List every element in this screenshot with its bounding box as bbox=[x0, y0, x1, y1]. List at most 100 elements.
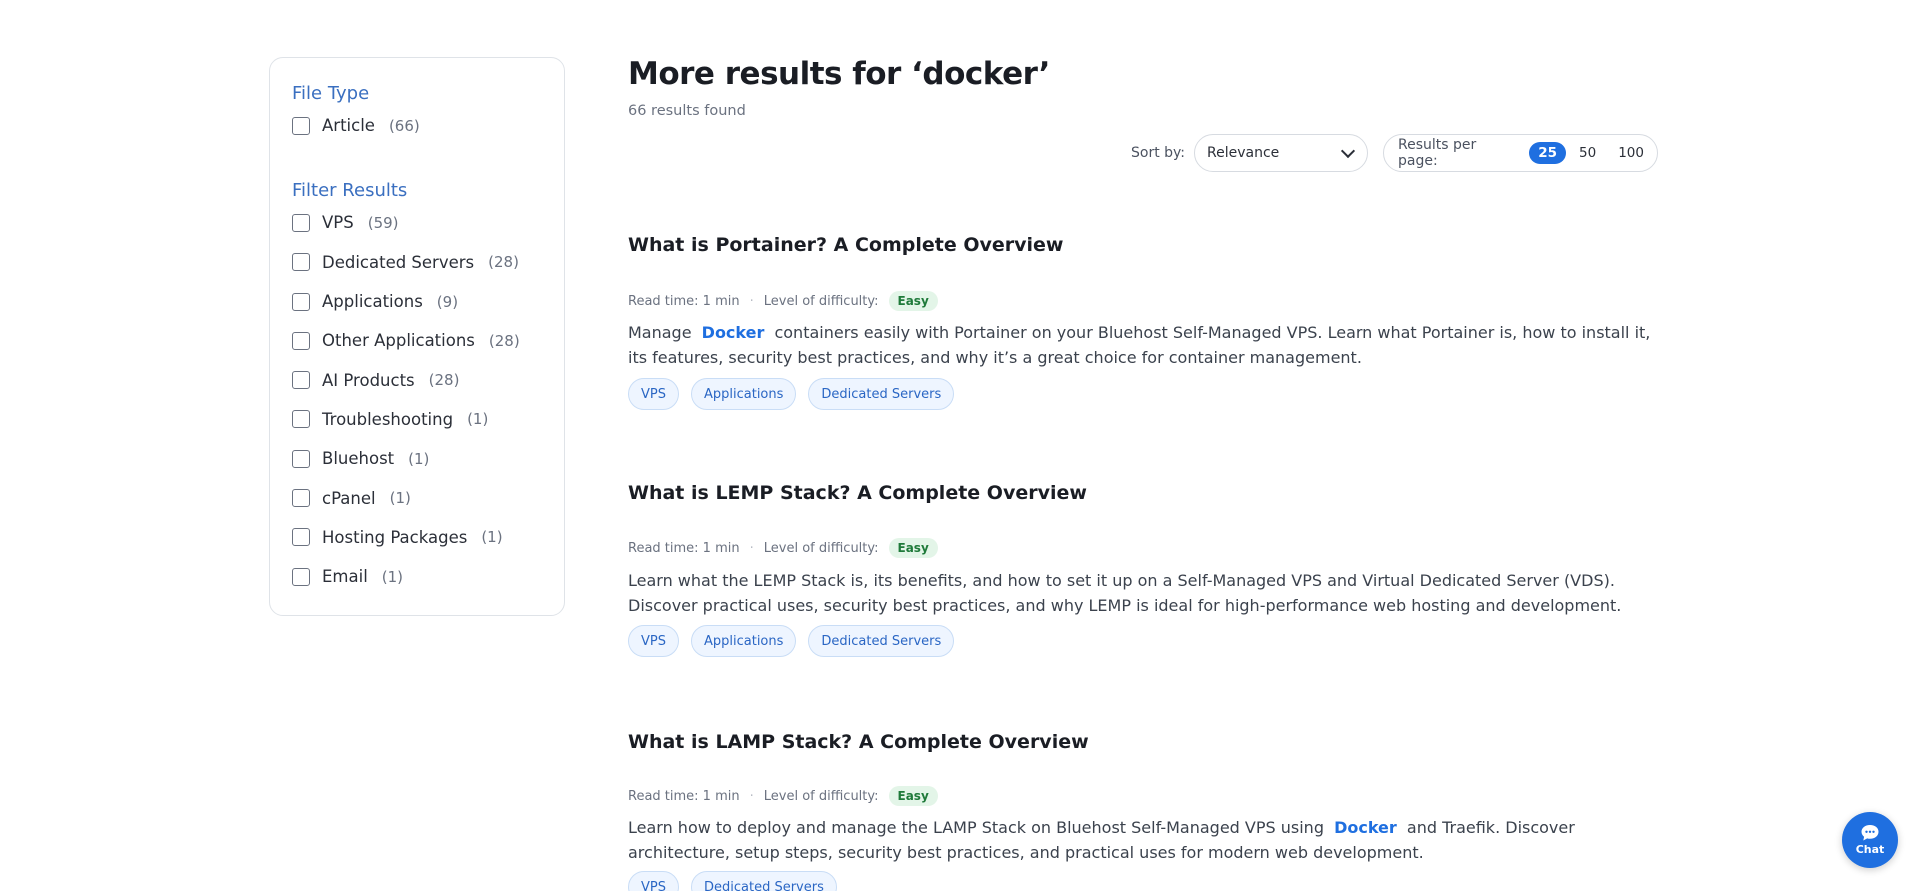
filter-label: Dedicated Servers bbox=[322, 252, 475, 272]
result-item: What is Portainer? A Complete Overview bbox=[628, 234, 1658, 256]
checkbox[interactable] bbox=[292, 449, 310, 468]
description-text: Learn what the LEMP Stack is, its benefi… bbox=[628, 571, 1622, 615]
filter-count: (1) bbox=[389, 489, 411, 508]
checkbox[interactable] bbox=[292, 331, 310, 350]
highlighted-keyword: Docker bbox=[1334, 818, 1397, 837]
result-tags: VPS Applications Dedicated Servers bbox=[628, 378, 966, 410]
per-page-option-25[interactable]: 25 bbox=[1529, 142, 1567, 164]
tag-dedicated-servers[interactable]: Dedicated Servers bbox=[690, 871, 837, 891]
filter-count: (1) bbox=[381, 567, 404, 586]
filter-label: Other Applications bbox=[322, 331, 475, 351]
tag-applications[interactable]: Applications bbox=[690, 378, 797, 410]
checkbox[interactable] bbox=[292, 371, 310, 390]
separator-dot: · bbox=[749, 540, 754, 556]
filter-option-troubleshooting[interactable]: Troubleshooting (1) bbox=[292, 400, 542, 439]
page-title: More results for ‘docker’ bbox=[628, 56, 1050, 92]
checkbox[interactable] bbox=[292, 489, 310, 508]
tag-vps[interactable]: VPS bbox=[628, 871, 679, 891]
checkbox[interactable] bbox=[292, 567, 310, 586]
results-per-page-control: Results per page: 25 50 100 bbox=[1383, 134, 1658, 172]
filter-count: (1) bbox=[467, 410, 489, 429]
filter-option-applications[interactable]: Applications (9) bbox=[292, 282, 542, 321]
tag-dedicated-servers[interactable]: Dedicated Servers bbox=[808, 378, 955, 410]
filter-count: (28) bbox=[428, 371, 460, 390]
difficulty-label: Level of difficulty: bbox=[763, 788, 879, 804]
filter-option-bluehost[interactable]: Bluehost (1) bbox=[292, 439, 542, 478]
filter-count: (9) bbox=[436, 292, 459, 311]
filter-sidebar: File Type Article (66) Filter Results VP… bbox=[269, 57, 565, 616]
chevron-down-icon bbox=[1340, 143, 1356, 158]
result-title-link[interactable]: What is LAMP Stack? A Complete Overview bbox=[628, 731, 1089, 753]
result-meta: Read time: 1 min · Level of difficulty: … bbox=[628, 786, 938, 806]
sort-value: Relevance bbox=[1207, 145, 1280, 161]
filter-option-email[interactable]: Email (1) bbox=[292, 557, 542, 596]
sort-label: Sort by: bbox=[1131, 145, 1186, 161]
result-tags: VPS Applications Dedicated Servers bbox=[628, 625, 966, 657]
result-description: Manage Docker containers easily with Por… bbox=[628, 320, 1668, 370]
highlighted-keyword: Docker bbox=[701, 323, 765, 342]
filter-option-cpanel[interactable]: cPanel (1) bbox=[292, 478, 542, 517]
filter-count: (1) bbox=[481, 528, 503, 547]
checkbox[interactable] bbox=[292, 410, 310, 429]
filter-label: AI Products bbox=[322, 370, 415, 390]
read-time: Read time: 1 min bbox=[628, 788, 740, 804]
result-description: Learn what the LEMP Stack is, its benefi… bbox=[628, 568, 1668, 618]
chat-button[interactable]: Chat bbox=[1842, 812, 1898, 868]
filter-count: (28) bbox=[488, 331, 520, 350]
results-count: 66 results found bbox=[628, 103, 746, 119]
filter-option-hosting-packages[interactable]: Hosting Packages (1) bbox=[292, 518, 542, 557]
chat-label: Chat bbox=[1855, 843, 1885, 856]
result-description: Learn how to deploy and manage the LAMP … bbox=[628, 815, 1668, 865]
tag-vps[interactable]: VPS bbox=[628, 378, 679, 410]
read-time: Read time: 1 min bbox=[628, 540, 740, 556]
result-item: What is LEMP Stack? A Complete Overview bbox=[628, 482, 1658, 504]
filter-count: (28) bbox=[488, 253, 519, 272]
separator-dot: · bbox=[749, 788, 754, 804]
per-page-label: Results per page: bbox=[1398, 137, 1477, 169]
result-tags: VPS Dedicated Servers bbox=[628, 871, 849, 891]
filter-results-title: Filter Results bbox=[292, 180, 408, 202]
filter-label: Email bbox=[322, 567, 368, 587]
tag-vps[interactable]: VPS bbox=[628, 625, 679, 657]
filter-count: (1) bbox=[408, 449, 430, 468]
filter-label: Hosting Packages bbox=[322, 527, 468, 547]
description-text: Manage bbox=[628, 323, 692, 342]
filter-label: cPanel bbox=[322, 488, 376, 508]
result-title-link[interactable]: What is Portainer? A Complete Overview bbox=[628, 234, 1063, 256]
filter-label: VPS bbox=[322, 213, 354, 233]
filter-option-article[interactable]: Article (66) bbox=[292, 106, 542, 145]
filter-label: Applications bbox=[322, 292, 423, 312]
result-meta: Read time: 1 min · Level of difficulty: … bbox=[628, 291, 938, 311]
checkbox[interactable] bbox=[292, 213, 310, 232]
checkbox[interactable] bbox=[292, 292, 310, 311]
result-item: What is LAMP Stack? A Complete Overview bbox=[628, 731, 1658, 753]
filter-option-vps[interactable]: VPS (59) bbox=[292, 203, 542, 242]
filter-count: (66) bbox=[388, 116, 420, 135]
file-type-title: File Type bbox=[292, 83, 370, 104]
difficulty-label: Level of difficulty: bbox=[763, 293, 879, 309]
result-meta: Read time: 1 min · Level of difficulty: … bbox=[628, 538, 938, 558]
per-page-option-100[interactable]: 100 bbox=[1609, 142, 1653, 164]
filter-label: Troubleshooting bbox=[322, 409, 454, 429]
tag-dedicated-servers[interactable]: Dedicated Servers bbox=[808, 625, 955, 657]
checkbox[interactable] bbox=[292, 116, 310, 135]
sort-dropdown[interactable]: Relevance bbox=[1194, 134, 1369, 172]
tag-applications[interactable]: Applications bbox=[690, 625, 797, 657]
per-page-option-50[interactable]: 50 bbox=[1570, 142, 1605, 164]
filter-option-dedicated-servers[interactable]: Dedicated Servers (28) bbox=[292, 243, 542, 282]
description-text: Learn how to deploy and manage the LAMP … bbox=[628, 818, 1324, 837]
filter-option-ai-products[interactable]: AI Products (28) bbox=[292, 360, 542, 399]
result-title-link[interactable]: What is LEMP Stack? A Complete Overview bbox=[628, 482, 1087, 504]
difficulty-badge: Easy bbox=[888, 538, 938, 558]
filter-label: Article bbox=[322, 116, 375, 136]
difficulty-badge: Easy bbox=[888, 786, 938, 806]
filter-count: (59) bbox=[367, 213, 399, 232]
difficulty-badge: Easy bbox=[888, 291, 938, 311]
difficulty-label: Level of difficulty: bbox=[763, 540, 879, 556]
separator-dot: · bbox=[749, 293, 754, 309]
filter-label: Bluehost bbox=[322, 449, 395, 469]
checkbox[interactable] bbox=[292, 253, 310, 272]
filter-option-other-applications[interactable]: Other Applications (28) bbox=[292, 321, 542, 360]
checkbox[interactable] bbox=[292, 528, 310, 547]
description-text: containers easily with Portainer on your… bbox=[628, 323, 1651, 367]
